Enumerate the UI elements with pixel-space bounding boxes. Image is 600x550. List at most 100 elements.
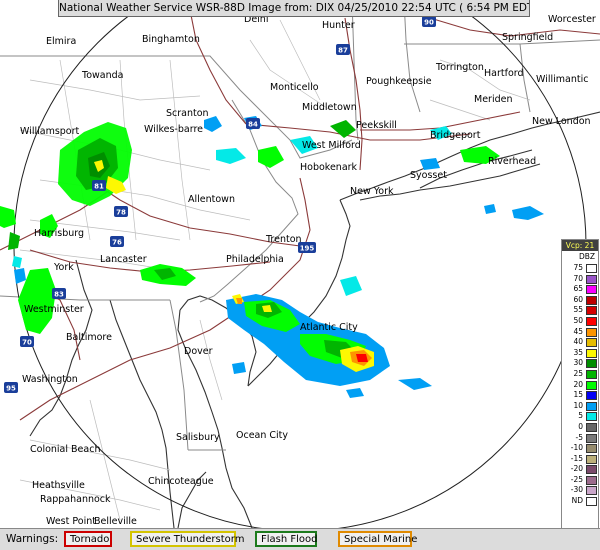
legend-value: -30 xyxy=(570,485,583,495)
city-label: Willimantic xyxy=(536,74,588,85)
legend-row: -30 xyxy=(562,485,598,496)
legend-row: 75 xyxy=(562,263,598,274)
legend-swatch xyxy=(586,380,597,390)
warnings-label: Warnings: xyxy=(6,533,59,545)
city-label: Rappahannock xyxy=(40,494,111,505)
legend-swatch xyxy=(586,444,597,454)
city-label: New London xyxy=(532,116,591,127)
dbz-color-legend: Vcp: 21 DBZ 75 70 65 60 55 50 45 40 35 30 25 20 15 10… xyxy=(561,239,599,545)
legend-value: 65 xyxy=(573,284,583,294)
city-label: Baltimore xyxy=(66,332,112,343)
legend-value: 75 xyxy=(573,263,583,272)
shield-label: 95 xyxy=(6,385,16,393)
legend-value: 45 xyxy=(573,326,583,336)
legend-swatch xyxy=(586,422,597,432)
interstate-87-shield: 87 xyxy=(336,44,350,55)
city-label: Dover xyxy=(184,346,213,357)
severe-thunderstorm-warning-button[interactable]: Severe Thunderstorm xyxy=(130,531,244,547)
legend-swatch xyxy=(586,454,597,464)
legend-value: 10 xyxy=(573,400,583,410)
special-marine-warning-label: Special Marine xyxy=(344,534,418,545)
legend-swatch xyxy=(586,316,597,326)
city-label: West Milford xyxy=(302,140,361,151)
legend-row: -10 xyxy=(562,443,598,454)
tornado-warning-button[interactable]: Tornado xyxy=(64,531,112,547)
legend-swatch xyxy=(586,391,597,401)
city-label: Syosset xyxy=(410,170,447,181)
shield-label: 78 xyxy=(116,209,126,217)
city-label: Hartford xyxy=(484,68,524,79)
legend-swatch xyxy=(586,412,597,422)
city-label: Worcester xyxy=(548,14,596,25)
legend-swatch xyxy=(586,338,597,348)
city-label: Meriden xyxy=(474,94,512,105)
severe-thunderstorm-warning-label: Severe Thunderstorm xyxy=(136,534,245,545)
legend-value: -25 xyxy=(570,474,583,484)
legend-row: 70 xyxy=(562,274,598,285)
legend-swatch xyxy=(586,348,597,358)
legend-swatch xyxy=(586,295,597,305)
legend-row: 20 xyxy=(562,380,598,391)
city-label: Peekskill xyxy=(356,120,397,131)
legend-swatch xyxy=(586,306,597,316)
interstate-83-shield: 83 xyxy=(52,288,66,299)
legend-value: 60 xyxy=(573,294,583,304)
city-label: Wilkes-barre xyxy=(144,124,203,135)
city-label: Springfield xyxy=(502,32,553,43)
legend-swatch xyxy=(586,359,597,369)
legend-value: -15 xyxy=(570,453,583,463)
legend-swatch xyxy=(586,401,597,411)
shield-label: 87 xyxy=(338,47,348,55)
legend-row: -20 xyxy=(562,464,598,475)
legend-row: 25 xyxy=(562,369,598,380)
city-label: Riverhead xyxy=(488,156,536,167)
city-label: Washington xyxy=(22,374,78,385)
city-label: Trenton xyxy=(265,234,302,245)
interstate-76-shield: 76 xyxy=(110,236,124,247)
tornado-warning-label: Tornado xyxy=(70,534,110,545)
city-label: Atlantic City xyxy=(300,322,358,333)
legend-unit: DBZ xyxy=(578,252,595,261)
radar-viewer: 88 90 87 84 81 78 76 195 83 70 95 Delhi … xyxy=(0,0,600,550)
legend-row: 10 xyxy=(562,401,598,412)
city-label: Chincoteague xyxy=(148,476,214,487)
flash-flood-warning-label: Flash Flood xyxy=(261,534,318,545)
city-label: Scranton xyxy=(166,108,209,119)
city-label: West Point xyxy=(46,516,96,527)
shield-label: 81 xyxy=(94,183,104,191)
legend-swatch xyxy=(586,465,597,475)
legend-row: 55 xyxy=(562,305,598,316)
city-label: Williamsport xyxy=(20,126,80,137)
legend-row: 0 xyxy=(562,422,598,433)
legend-swatch xyxy=(586,369,597,379)
interstate-90-shield: 90 xyxy=(422,16,436,27)
legend-value: -20 xyxy=(570,464,583,474)
image-title: National Weather Service WSR-88D Image f… xyxy=(59,2,530,14)
city-label: York xyxy=(53,262,74,273)
legend-value: -10 xyxy=(570,443,583,453)
legend-row: 50 xyxy=(562,316,598,327)
city-label: Lancaster xyxy=(100,254,147,265)
city-label: Middletown xyxy=(302,102,357,113)
legend-swatch xyxy=(586,486,597,496)
interstate-95-shield: 95 xyxy=(4,382,18,393)
legend-swatch xyxy=(586,327,597,337)
legend-swatch xyxy=(586,433,597,443)
city-label: Hobokenark xyxy=(300,162,358,173)
legend-value: ND xyxy=(571,496,583,506)
city-label: Philadelphia xyxy=(226,254,284,265)
legend-swatch xyxy=(586,274,597,284)
shield-label: 76 xyxy=(112,239,122,247)
radar-map: 88 90 87 84 81 78 76 195 83 70 95 Delhi … xyxy=(0,0,600,528)
legend-value: 15 xyxy=(573,390,583,400)
flash-flood-warning-button[interactable]: Flash Flood xyxy=(255,531,318,547)
legend-row: 40 xyxy=(562,337,598,348)
legend-row: 15 xyxy=(562,390,598,401)
special-marine-warning-button[interactable]: Special Marine xyxy=(338,531,417,547)
legend-swatch xyxy=(586,497,597,507)
shield-label: 70 xyxy=(22,339,32,347)
city-label: Bridgeport xyxy=(430,130,481,141)
city-label: Allentown xyxy=(188,194,235,205)
legend-row: 5 xyxy=(562,411,598,422)
shield-label: 83 xyxy=(54,291,64,299)
